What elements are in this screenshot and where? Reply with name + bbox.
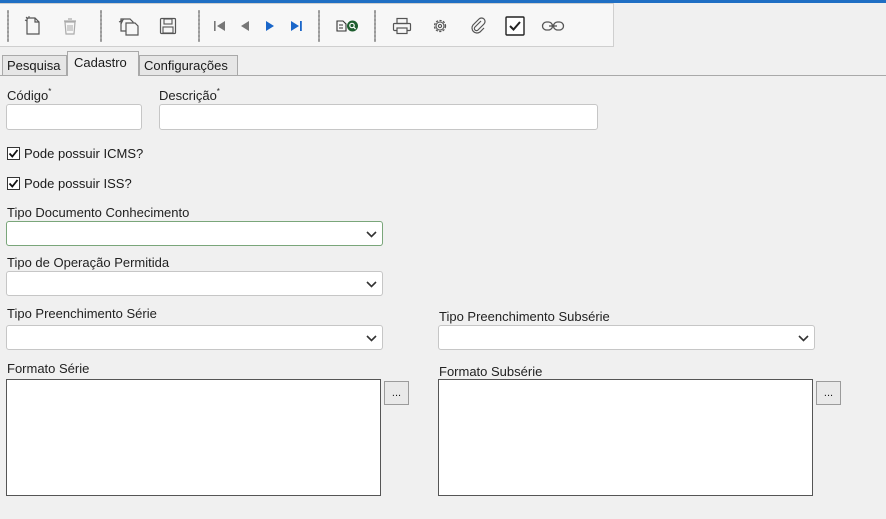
iss-checkbox-row[interactable]: Pode possuir ISS? [7, 176, 132, 191]
tipo-serie-select[interactable] [6, 325, 383, 350]
copy-icon[interactable] [116, 13, 142, 39]
tipo-operacao-label: Tipo de Operação Permitida [7, 255, 170, 270]
delete-icon[interactable] [57, 13, 83, 39]
chevron-down-icon [366, 231, 377, 238]
chevron-down-icon [366, 281, 377, 288]
tab-configuracoes[interactable]: Configurações [139, 55, 238, 75]
toolbar-grip [100, 10, 102, 42]
iss-checkbox[interactable] [7, 177, 20, 190]
toolbar-grip [374, 10, 376, 42]
search-icon[interactable] [333, 13, 363, 39]
icms-checkbox[interactable] [7, 147, 20, 160]
next-record-icon[interactable] [257, 13, 283, 39]
settings-icon[interactable] [427, 13, 453, 39]
save-icon[interactable] [155, 13, 181, 39]
link-icon[interactable] [540, 13, 566, 39]
tipo-serie-label: Tipo Preenchimento Série [7, 306, 157, 321]
attach-icon[interactable] [465, 13, 491, 39]
tipo-subserie-label: Tipo Preenchimento Subsérie [439, 309, 610, 324]
previous-record-icon[interactable] [232, 13, 258, 39]
chevron-down-icon [366, 335, 377, 342]
formato-serie-ellipsis-button[interactable]: ... [384, 381, 409, 405]
tipo-documento-label: Tipo Documento Conhecimento [7, 205, 190, 220]
tab-pesquisa[interactable]: Pesquisa [2, 55, 67, 75]
tipo-subserie-select[interactable] [438, 325, 815, 350]
first-record-icon[interactable] [207, 13, 233, 39]
checkbox-icon[interactable] [502, 13, 528, 39]
iss-checkbox-label: Pode possuir ISS? [24, 176, 132, 191]
toolbar-grip [318, 10, 320, 42]
print-icon[interactable] [389, 13, 415, 39]
tipo-operacao-select[interactable] [6, 271, 383, 296]
icms-checkbox-row[interactable]: Pode possuir ICMS? [7, 146, 143, 161]
formato-serie-textarea[interactable] [6, 379, 381, 496]
toolbar-grip [198, 10, 200, 42]
tab-cadastro[interactable]: Cadastro [67, 51, 139, 76]
toolbar-grip [7, 10, 9, 42]
formato-subserie-label: Formato Subsérie [439, 364, 543, 379]
codigo-input[interactable] [6, 104, 142, 130]
formato-subserie-ellipsis-button[interactable]: ... [816, 381, 841, 405]
descricao-label: Descrição* [159, 87, 220, 103]
last-record-icon[interactable] [283, 13, 309, 39]
formato-subserie-textarea[interactable] [438, 379, 813, 496]
chevron-down-icon [798, 335, 809, 342]
toolbar [0, 3, 614, 47]
formato-serie-label: Formato Série [7, 361, 90, 376]
new-icon[interactable] [20, 13, 46, 39]
icms-checkbox-label: Pode possuir ICMS? [24, 146, 144, 161]
descricao-input[interactable] [159, 104, 598, 130]
tipo-documento-select[interactable] [6, 221, 383, 246]
codigo-label: Código* [7, 87, 52, 103]
